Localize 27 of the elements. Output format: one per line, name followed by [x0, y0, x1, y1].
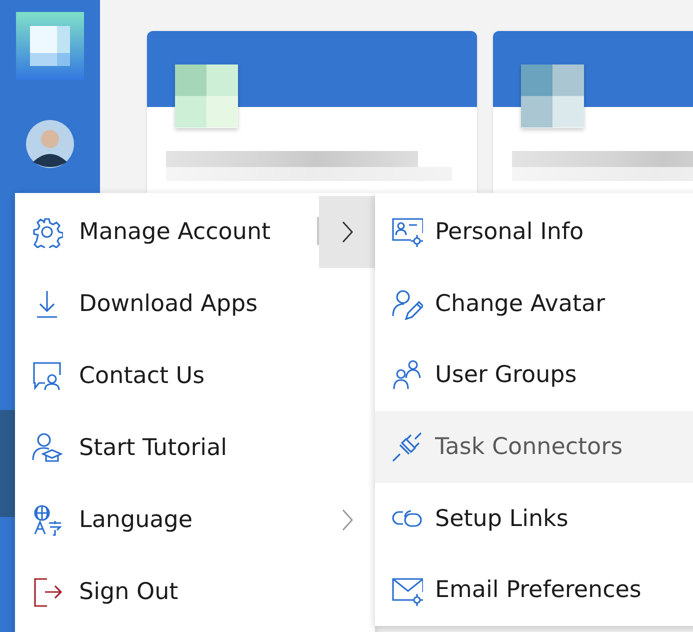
submenu-item[interactable]: Personal Info — [375, 196, 693, 268]
menu-item[interactable]: Download Apps — [15, 268, 375, 340]
logo-icon — [16, 12, 84, 80]
chevron-right-icon — [341, 508, 353, 532]
menu-item[interactable]: Start Tutorial — [15, 412, 375, 484]
menu-item[interactable]: Manage Account — [15, 196, 317, 268]
tile-icon — [175, 64, 238, 128]
id-card-icon — [391, 216, 423, 248]
sign-out-icon — [31, 576, 63, 608]
people-icon — [391, 359, 423, 392]
menu-item[interactable]: Sign Out — [15, 556, 375, 628]
submenu-item[interactable]: Task Connectors — [375, 411, 693, 483]
submenu-item[interactable]: Change Avatar — [375, 268, 693, 340]
avatar-icon[interactable] — [26, 120, 74, 168]
submenu-item[interactable]: User Groups — [375, 339, 693, 412]
person-cap-icon — [31, 432, 63, 464]
tile-icon — [521, 64, 584, 128]
person-pen-icon — [391, 288, 423, 320]
gear-icon — [31, 216, 63, 248]
language-icon — [31, 504, 63, 536]
menu-item[interactable]: Language — [15, 484, 319, 556]
submenu-item[interactable]: Setup Links — [375, 482, 693, 554]
chat-person-icon — [31, 360, 63, 392]
chevron-right-icon — [341, 220, 353, 244]
plug-icon — [391, 430, 423, 463]
submenu-item[interactable]: Email Preferences — [375, 554, 693, 626]
menu-item[interactable]: Contact Us — [15, 340, 375, 412]
